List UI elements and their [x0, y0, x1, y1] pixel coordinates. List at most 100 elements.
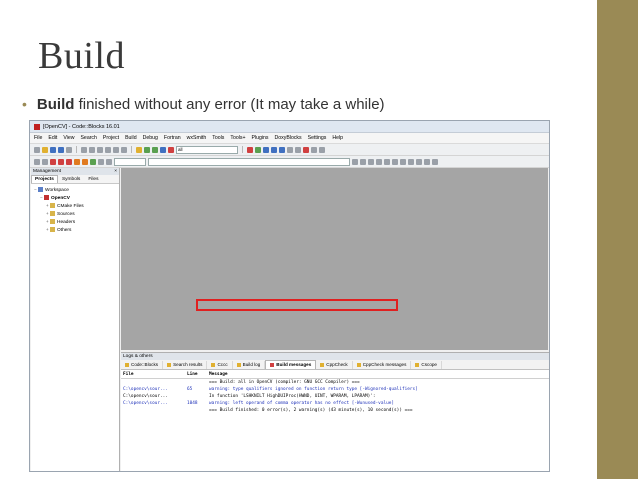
app-icon — [34, 123, 40, 130]
more-icon[interactable] — [432, 158, 438, 165]
find-icon[interactable] — [121, 146, 127, 153]
abort-icon[interactable] — [168, 146, 174, 153]
wrap-icon[interactable] — [368, 158, 374, 165]
tab-build-log[interactable]: Build log — [233, 360, 266, 369]
table-row[interactable]: C:\opencv\sour... 1048 warning: left ope… — [121, 400, 549, 407]
run-icon[interactable] — [144, 146, 150, 153]
log-icon — [125, 362, 129, 367]
tab-symbols[interactable]: Symbols — [58, 175, 84, 184]
comment-icon[interactable] — [74, 158, 80, 165]
tree-item-folder[interactable]: + Headers — [34, 218, 116, 226]
zoom-out-icon[interactable] — [400, 158, 406, 165]
debug-break-icon[interactable] — [295, 146, 301, 153]
log-icon — [320, 362, 325, 367]
tab-cccc[interactable]: Cccc — [207, 360, 233, 369]
tab-cppcheck[interactable]: CppCheck — [316, 360, 353, 369]
regex-icon[interactable] — [106, 158, 112, 165]
tab-cscope[interactable]: Cscope — [411, 360, 442, 369]
tree-item-folder[interactable]: + Sources — [34, 210, 116, 218]
menu-tools-[interactable]: Tools+ — [230, 135, 245, 141]
tree-label: CMake Files — [57, 204, 84, 209]
redo-icon[interactable] — [89, 146, 95, 153]
match-case-icon[interactable] — [98, 158, 104, 165]
tab-build-messages[interactable]: Build messages — [265, 360, 317, 369]
debug-stop-icon[interactable] — [303, 146, 309, 153]
menu-tools[interactable]: Tools — [212, 135, 224, 141]
debug-run-to-cursor-icon[interactable] — [255, 146, 261, 153]
menu-search[interactable]: Search — [80, 135, 96, 141]
settings-icon[interactable] — [424, 158, 430, 165]
debug-start-icon[interactable] — [247, 146, 253, 153]
menu-wxsmith[interactable]: wxSmith — [187, 135, 207, 141]
print-icon[interactable] — [66, 146, 72, 153]
stop-icon[interactable] — [416, 158, 422, 165]
table-row[interactable]: === Build: all in OpenCV (compiler: GNU … — [121, 379, 549, 387]
close-icon[interactable]: × — [114, 168, 117, 175]
menu-edit[interactable]: Edit — [48, 135, 57, 141]
menu-view[interactable]: View — [63, 135, 74, 141]
unfold-icon[interactable] — [384, 158, 390, 165]
tab-files[interactable]: Files — [84, 175, 102, 184]
fold-icon[interactable] — [376, 158, 382, 165]
tab-cppcheck-messages[interactable]: CppCheck messages — [353, 360, 412, 369]
code-completion-scope-select[interactable] — [114, 157, 146, 166]
debug-next-instruction-icon[interactable] — [287, 146, 293, 153]
column-header-file[interactable]: File — [121, 370, 185, 379]
highlight-icon[interactable] — [90, 158, 96, 165]
project-tree: − Workspace − OpenCV + CMake Files + Sources… — [31, 184, 119, 236]
build-icon[interactable] — [136, 146, 142, 153]
tab-search-results[interactable]: Search results — [163, 360, 208, 369]
column-header-line[interactable]: Line — [185, 370, 207, 379]
debug-info-icon[interactable] — [319, 146, 325, 153]
cut-icon[interactable] — [97, 146, 103, 153]
uncomment-icon[interactable] — [82, 158, 88, 165]
debug-step-out-icon[interactable] — [279, 146, 285, 153]
bookmark-toggle-icon[interactable] — [50, 158, 56, 165]
tree-item-folder[interactable]: + CMake Files — [34, 202, 116, 210]
bookmark-next-icon[interactable] — [66, 158, 72, 165]
jump-forward-icon[interactable] — [42, 158, 48, 165]
build-run-icon[interactable] — [152, 146, 158, 153]
menu-settings[interactable]: Settings — [308, 135, 327, 141]
nav-prev-icon[interactable] — [352, 158, 358, 165]
nav-next-icon[interactable] — [360, 158, 366, 165]
debug-next-line-icon[interactable] — [263, 146, 269, 153]
menu-fortran[interactable]: Fortran — [164, 135, 181, 141]
paste-icon[interactable] — [113, 146, 119, 153]
menu-doxyblocks[interactable]: DoxyBlocks — [275, 135, 302, 141]
management-panel: Management × Projects Symbols Files − Wor… — [31, 168, 120, 471]
code-completion-function-select[interactable] — [148, 157, 350, 166]
menu-help[interactable]: Help — [332, 135, 343, 141]
table-row[interactable]: === Build finished: 0 error(s), 2 warnin… — [121, 407, 549, 414]
undo-icon[interactable] — [81, 146, 87, 153]
menu-debug[interactable]: Debug — [143, 135, 158, 141]
debug-step-into-icon[interactable] — [271, 146, 277, 153]
debug-windows-icon[interactable] — [311, 146, 317, 153]
menu-project[interactable]: Project — [103, 135, 119, 141]
menu-plugins[interactable]: Plugins — [252, 135, 269, 141]
jump-back-icon[interactable] — [34, 158, 40, 165]
rebuild-icon[interactable] — [160, 146, 166, 153]
tree-item-workspace[interactable]: − Workspace — [34, 186, 116, 194]
bookmark-prev-icon[interactable] — [58, 158, 64, 165]
tab-projects[interactable]: Projects — [31, 175, 58, 183]
save-icon[interactable] — [50, 146, 56, 153]
menu-file[interactable]: File — [34, 135, 42, 141]
table-row[interactable]: C:\opencv\sour... In function 'LSHKNILT … — [121, 393, 549, 400]
open-folder-icon[interactable] — [42, 146, 48, 153]
tree-item-folder[interactable]: + Others — [34, 226, 116, 234]
save-all-icon[interactable] — [58, 146, 64, 153]
select-icon[interactable] — [408, 158, 414, 165]
tab-codeblocks-log[interactable]: Code::Blocks — [121, 360, 164, 369]
copy-icon[interactable] — [105, 146, 111, 153]
search-icon — [167, 362, 172, 367]
menu-build[interactable]: Build — [125, 135, 137, 141]
tree-item-project[interactable]: − OpenCV — [34, 194, 116, 202]
new-file-icon[interactable] — [34, 146, 40, 153]
table-row[interactable]: C:\opencv\sour... 65 warning: type quali… — [121, 386, 549, 393]
window-titlebar[interactable]: [OpenCV] - Code::Blocks 16.01 — [30, 121, 549, 133]
editor-area[interactable] — [121, 168, 548, 350]
build-target-select[interactable]: all — [176, 145, 238, 154]
zoom-in-icon[interactable] — [392, 158, 398, 165]
column-header-message[interactable]: Message — [207, 370, 549, 379]
